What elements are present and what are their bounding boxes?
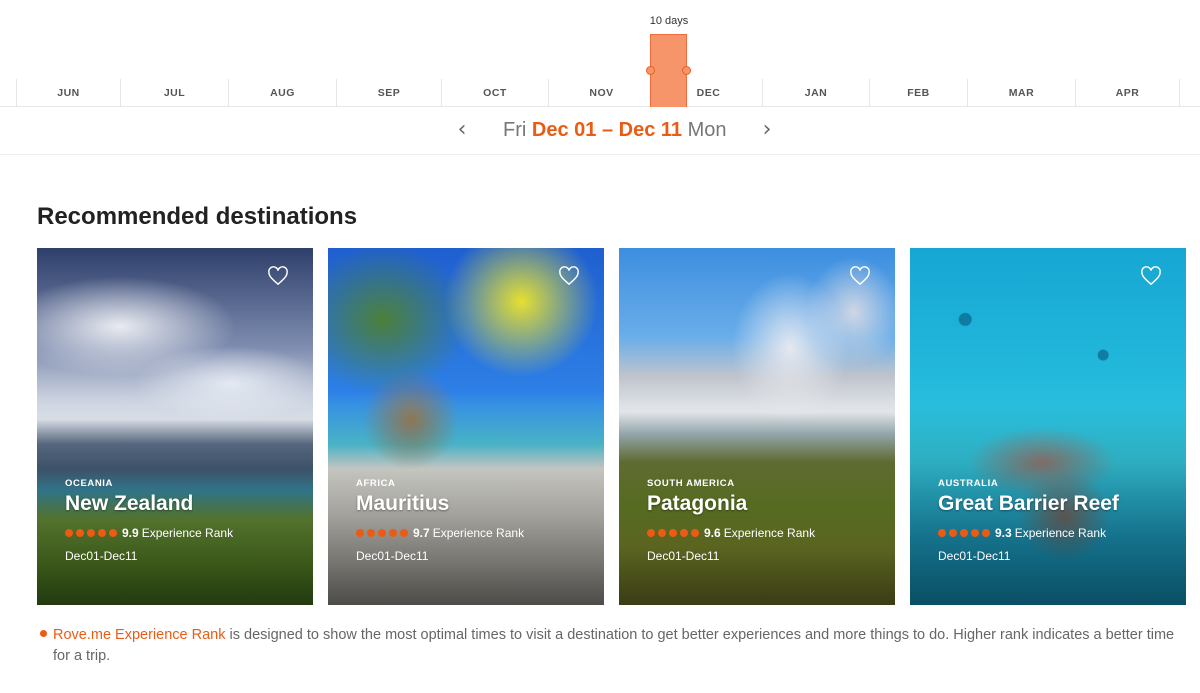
chevron-left-icon[interactable]: ‹ bbox=[451, 117, 473, 142]
rank-label: Experience Rank bbox=[1014, 526, 1107, 540]
rank-label: Experience Rank bbox=[141, 526, 234, 540]
rating-dots bbox=[938, 529, 990, 537]
range-start-handle[interactable] bbox=[646, 66, 655, 75]
date-range-selection[interactable] bbox=[646, 34, 691, 107]
month-jan[interactable]: JAN bbox=[763, 79, 870, 107]
heart-icon[interactable] bbox=[558, 266, 580, 286]
month-feb[interactable]: FEB bbox=[870, 79, 968, 107]
rating-dots bbox=[65, 529, 117, 537]
experience-rank-link[interactable]: Rove.me Experience Rank bbox=[53, 627, 225, 643]
month-apr[interactable]: APR bbox=[1076, 79, 1180, 107]
destination-card[interactable]: AFRICA Mauritius 9.7 Experience Rank Dec… bbox=[328, 248, 604, 605]
selection-duration-label: 10 days bbox=[649, 15, 689, 27]
section-title: Recommended destinations bbox=[37, 203, 358, 230]
experience-rank: 9.3 Experience Rank bbox=[938, 526, 1106, 540]
month-jun[interactable]: JUN bbox=[17, 79, 121, 107]
heart-icon[interactable] bbox=[849, 266, 871, 286]
destination-name[interactable]: Mauritius bbox=[356, 492, 449, 516]
month-jul[interactable]: JUL bbox=[121, 79, 229, 107]
destination-name[interactable]: Great Barrier Reef bbox=[938, 492, 1119, 516]
destination-card[interactable]: OCEANIA New Zealand 9.9 Experience Rank … bbox=[37, 248, 313, 605]
rating-dots bbox=[647, 529, 699, 537]
trip-dates: Dec01-Dec11 bbox=[65, 549, 138, 563]
end-day: Mon bbox=[687, 119, 727, 141]
rank-score: 9.7 bbox=[413, 526, 430, 540]
rank-label: Experience Rank bbox=[723, 526, 816, 540]
heart-icon[interactable] bbox=[1140, 266, 1162, 286]
destination-region: OCEANIA bbox=[65, 478, 114, 489]
rank-score: 9.3 bbox=[995, 526, 1012, 540]
rating-dots bbox=[356, 529, 408, 537]
rank-score: 9.6 bbox=[704, 526, 721, 540]
month-oct[interactable]: OCT bbox=[442, 79, 549, 107]
rank-label: Experience Rank bbox=[432, 526, 525, 540]
destination-name[interactable]: New Zealand bbox=[65, 492, 193, 516]
start-day: Fri bbox=[503, 119, 527, 141]
rank-score: 9.9 bbox=[122, 526, 139, 540]
experience-rank: 9.9 Experience Rank bbox=[65, 526, 233, 540]
trip-dates: Dec01-Dec11 bbox=[938, 549, 1011, 563]
experience-rank: 9.7 Experience Rank bbox=[356, 526, 524, 540]
month-nov[interactable]: NOV bbox=[549, 79, 655, 107]
trip-dates: Dec01-Dec11 bbox=[647, 549, 720, 563]
month-mar[interactable]: MAR bbox=[968, 79, 1076, 107]
destination-cards: OCEANIA New Zealand 9.9 Experience Rank … bbox=[37, 248, 1187, 605]
destination-card[interactable]: AUSTRALIA Great Barrier Reef 9.3 Experie… bbox=[910, 248, 1186, 605]
trip-dates: Dec01-Dec11 bbox=[356, 549, 429, 563]
experience-rank: 9.6 Experience Rank bbox=[647, 526, 815, 540]
destination-card[interactable]: SOUTH AMERICA Patagonia 9.6 Experience R… bbox=[619, 248, 895, 605]
chevron-right-icon[interactable]: › bbox=[756, 117, 778, 142]
range-end-handle[interactable] bbox=[682, 66, 691, 75]
end-date: Dec 11 bbox=[618, 119, 683, 141]
month-aug[interactable]: AUG bbox=[229, 79, 337, 107]
month-timeline: 10 days JUN JUL AUG SEP OCT NOV DEC JAN … bbox=[0, 0, 1200, 107]
bullet-dot bbox=[40, 630, 47, 637]
destination-region: AFRICA bbox=[356, 478, 396, 489]
date-range-display: Fri Dec 01 – Dec 11 Mon bbox=[503, 119, 727, 142]
month-sep[interactable]: SEP bbox=[337, 79, 442, 107]
heart-icon[interactable] bbox=[267, 266, 289, 286]
date-separator: – bbox=[601, 119, 614, 141]
destination-name[interactable]: Patagonia bbox=[647, 492, 747, 516]
month-scale: JUN JUL AUG SEP OCT NOV DEC JAN FEB MAR … bbox=[16, 79, 1184, 107]
date-range-bar: ‹ Fri Dec 01 – Dec 11 Mon › bbox=[0, 107, 1200, 155]
experience-rank-footnote: Rove.me Experience Rank is designed to s… bbox=[40, 625, 1190, 667]
start-date: Dec 01 bbox=[531, 119, 597, 141]
destination-region: AUSTRALIA bbox=[938, 478, 999, 489]
destination-region: SOUTH AMERICA bbox=[647, 478, 735, 489]
